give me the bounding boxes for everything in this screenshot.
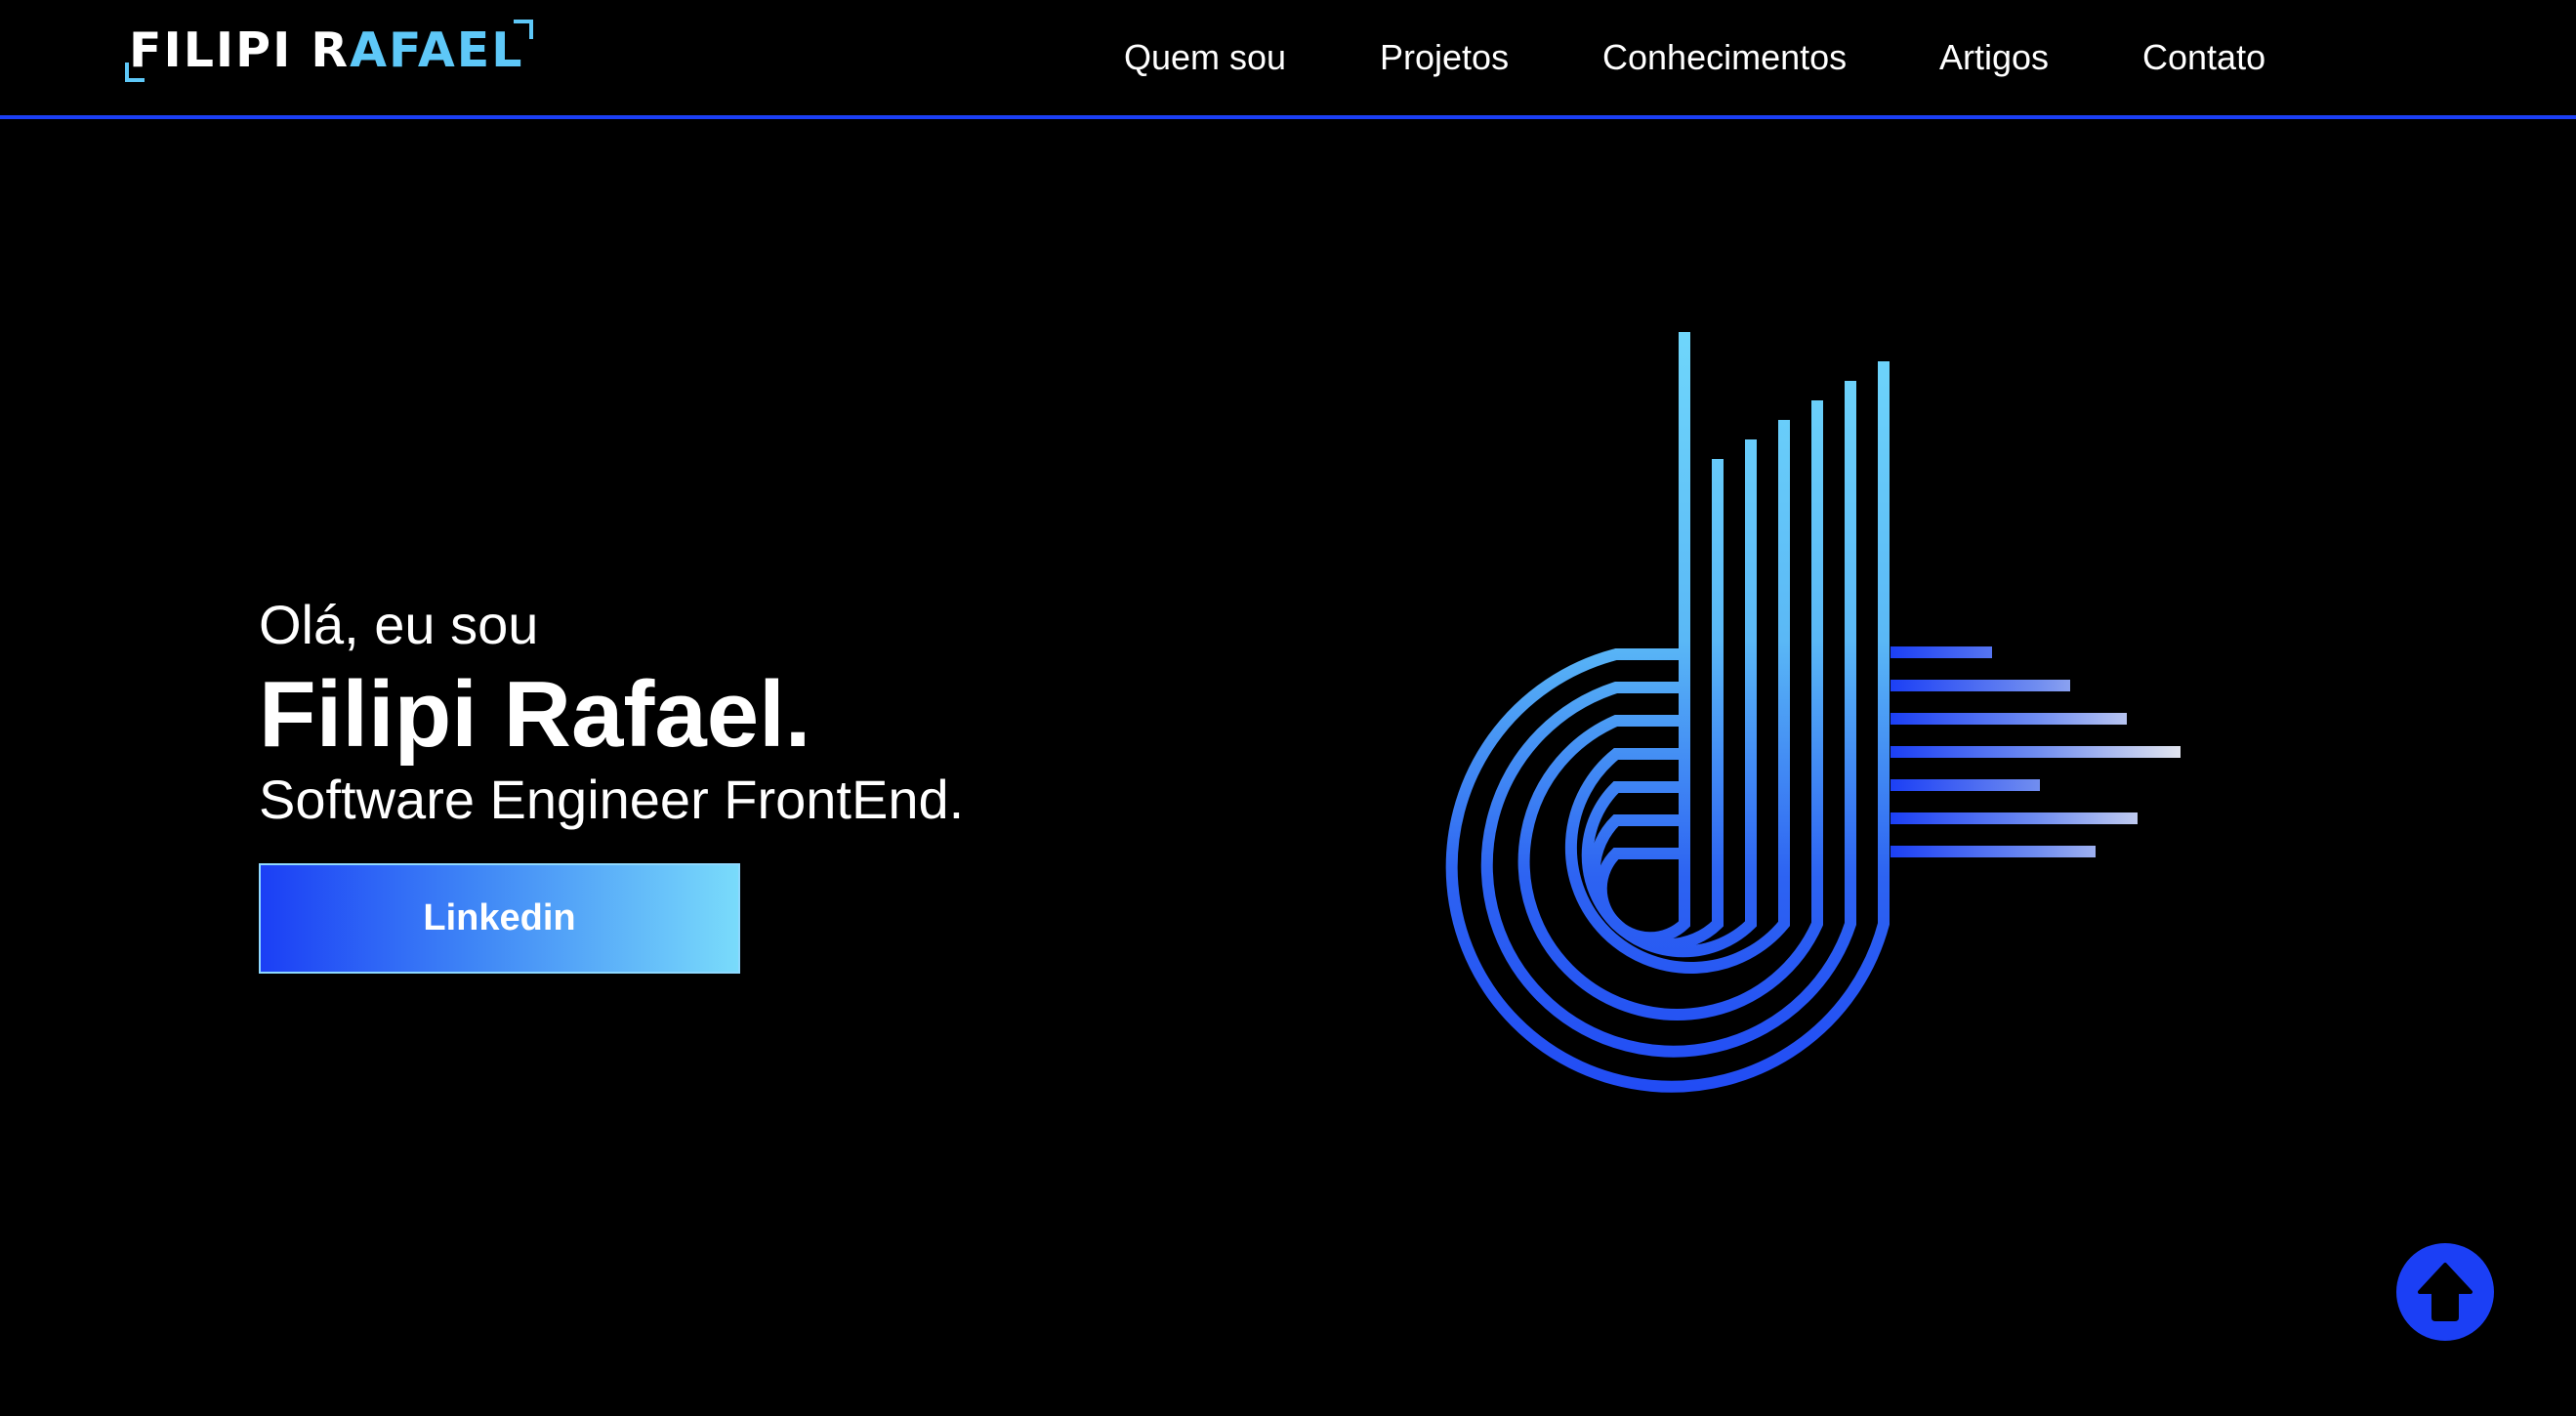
nav-item-contato[interactable]: Contato bbox=[2142, 37, 2265, 78]
logo-corner-bracket-right bbox=[514, 20, 534, 39]
logo-text-accent: AFAEL bbox=[350, 21, 524, 78]
music-note-line-art bbox=[1445, 332, 2181, 1093]
hero-name: Filipi Rafael. bbox=[259, 662, 811, 767]
linkedin-button[interactable]: Linkedin bbox=[259, 863, 740, 974]
arrow-up-icon bbox=[2418, 1263, 2472, 1321]
speed-bars bbox=[1890, 646, 2181, 857]
nav-item-quem-sou[interactable]: Quem sou bbox=[1124, 37, 1286, 78]
logo-corner-bracket-left bbox=[125, 62, 145, 82]
page: FILIPI R AFAEL Quem sou Projetos Conhecim… bbox=[0, 0, 2576, 1416]
logo-text-first: FILIPI R bbox=[129, 21, 351, 78]
nav-item-projetos[interactable]: Projetos bbox=[1380, 37, 1509, 78]
scroll-to-top-button[interactable] bbox=[2396, 1243, 2494, 1341]
nav-item-artigos[interactable]: Artigos bbox=[1939, 37, 2049, 78]
site-header: FILIPI R AFAEL Quem sou Projetos Conhecim… bbox=[0, 0, 2576, 119]
hero-role: Software Engineer FrontEnd. bbox=[259, 769, 965, 830]
site-logo[interactable]: FILIPI R AFAEL bbox=[125, 18, 534, 82]
concentric-strokes bbox=[1445, 332, 1890, 1093]
hero-greeting: Olá, eu sou bbox=[259, 594, 539, 655]
nav-item-conhecimentos[interactable]: Conhecimentos bbox=[1602, 37, 1847, 78]
